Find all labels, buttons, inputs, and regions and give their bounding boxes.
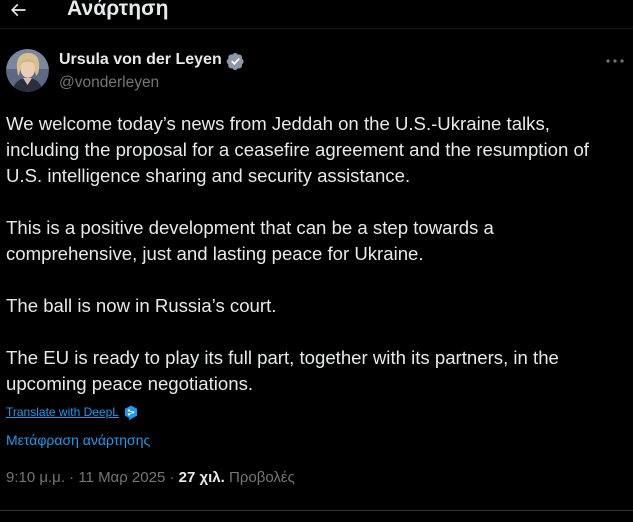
divider [0,510,633,511]
translate-post-link[interactable]: Μετάφραση ανάρτησης [6,432,150,448]
views-label: Προβολές [224,469,295,486]
back-button[interactable] [3,0,33,25]
author-handle[interactable]: @vonderleyen [59,74,159,92]
post-text: We welcome today’s news from Jeddah on t… [6,111,628,423]
post-meta: 9:10 μ.μ. · 11 Μαρ 2025 · 27 χιλ. Προβολ… [6,469,295,486]
author-name[interactable]: Ursula von der Leyen [59,51,222,69]
post-paragraph: The ball is now in Russia’s court. [6,295,277,316]
verified-badge-icon [226,53,244,70]
meta-separator: · [165,469,179,486]
post-paragraph: This is a positive development that can … [6,217,494,264]
post-date[interactable]: 11 Μαρ 2025 [78,469,165,486]
post-time[interactable]: 9:10 μ.μ. [6,469,65,486]
views-count: 27 χιλ. [178,469,225,486]
avatar-photo [6,49,49,92]
deepl-icon[interactable] [124,405,138,421]
arrow-left-icon [10,3,26,17]
page-title: Ανάρτηση [67,0,169,20]
more-options-icon[interactable] [604,53,626,69]
meta-separator: · [64,469,79,486]
translate-with-deepl-link[interactable]: Translate with DeepL [6,405,119,419]
post-paragraph: We welcome today’s news from Jeddah on t… [6,113,589,186]
top-bar: Ανάρτηση [0,0,633,29]
avatar[interactable] [6,49,49,92]
post-paragraph: The EU is ready to play its full part, t… [6,347,559,394]
